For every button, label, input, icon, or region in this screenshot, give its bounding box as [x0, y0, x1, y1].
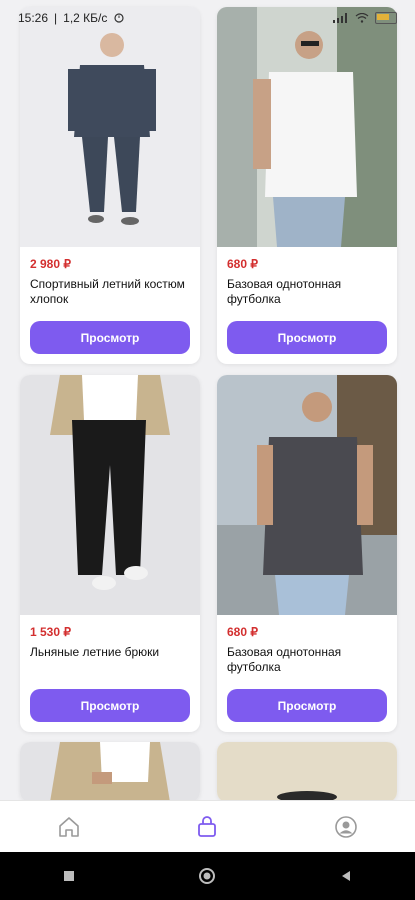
product-price: 680 ₽: [227, 625, 258, 639]
product-card[interactable]: [217, 742, 397, 800]
recent-apps-button[interactable]: [49, 856, 89, 896]
product-title: Спортивный летний костюм хлопок: [30, 277, 185, 306]
status-left: 15:26 | 1,2 КБ/с: [18, 11, 125, 25]
status-network-speed: 1,2 КБ/с: [63, 11, 108, 25]
product-title: Базовая однотонная футболка: [227, 277, 342, 306]
product-card[interactable]: 1 530 ₽ Льняные летние брюки Просмотр: [20, 375, 200, 732]
product-title: Базовая однотонная футболка: [227, 645, 342, 674]
profile-icon: [335, 816, 357, 838]
alarm-icon: [114, 13, 124, 23]
product-photo[interactable]: [217, 7, 397, 247]
product-photo[interactable]: [20, 742, 200, 800]
product-grid[interactable]: 2 980 ₽ Спортивный летний костюм хлопок …: [0, 0, 415, 800]
signal-icon: [333, 13, 347, 23]
view-button[interactable]: Просмотр: [30, 689, 190, 722]
status-bar: 15:26 | 1,2 КБ/с: [0, 0, 415, 36]
product-price: 680 ₽: [227, 257, 258, 271]
status-divider: |: [54, 11, 58, 25]
status-right: [333, 12, 397, 24]
product-card[interactable]: 2 980 ₽ Спортивный летний костюм хлопок …: [20, 7, 200, 364]
product-card[interactable]: 680 ₽ Базовая однотонная футболка Просмо…: [217, 7, 397, 364]
product-card[interactable]: [20, 742, 200, 800]
product-photo[interactable]: [20, 7, 200, 247]
back-button[interactable]: [326, 856, 366, 896]
product-price: 2 980 ₽: [30, 257, 71, 271]
bottom-nav: [0, 800, 415, 853]
circle-icon: [199, 868, 216, 884]
product-title: Льняные летние брюки: [30, 645, 160, 659]
home-button[interactable]: [187, 856, 227, 896]
nav-home[interactable]: [39, 807, 99, 847]
shopping-bag-icon: [198, 816, 217, 837]
view-button[interactable]: Просмотр: [30, 321, 190, 354]
wifi-icon: [355, 13, 369, 23]
product-photo[interactable]: [217, 375, 397, 615]
nav-shop[interactable]: [177, 807, 237, 847]
view-button[interactable]: Просмотр: [227, 321, 387, 354]
status-time: 15:26: [18, 11, 49, 25]
home-icon: [59, 817, 79, 837]
product-photo[interactable]: [217, 742, 397, 800]
system-nav-bar: [0, 852, 415, 900]
product-price: 1 530 ₽: [30, 625, 71, 639]
square-icon: [64, 871, 75, 881]
product-card[interactable]: 680 ₽ Базовая однотонная футболка Просмо…: [217, 375, 397, 732]
product-photo[interactable]: [20, 375, 200, 615]
view-button[interactable]: Просмотр: [227, 689, 387, 722]
nav-profile[interactable]: [316, 807, 376, 847]
back-triangle-icon: [341, 871, 350, 881]
battery-icon: [375, 12, 397, 24]
